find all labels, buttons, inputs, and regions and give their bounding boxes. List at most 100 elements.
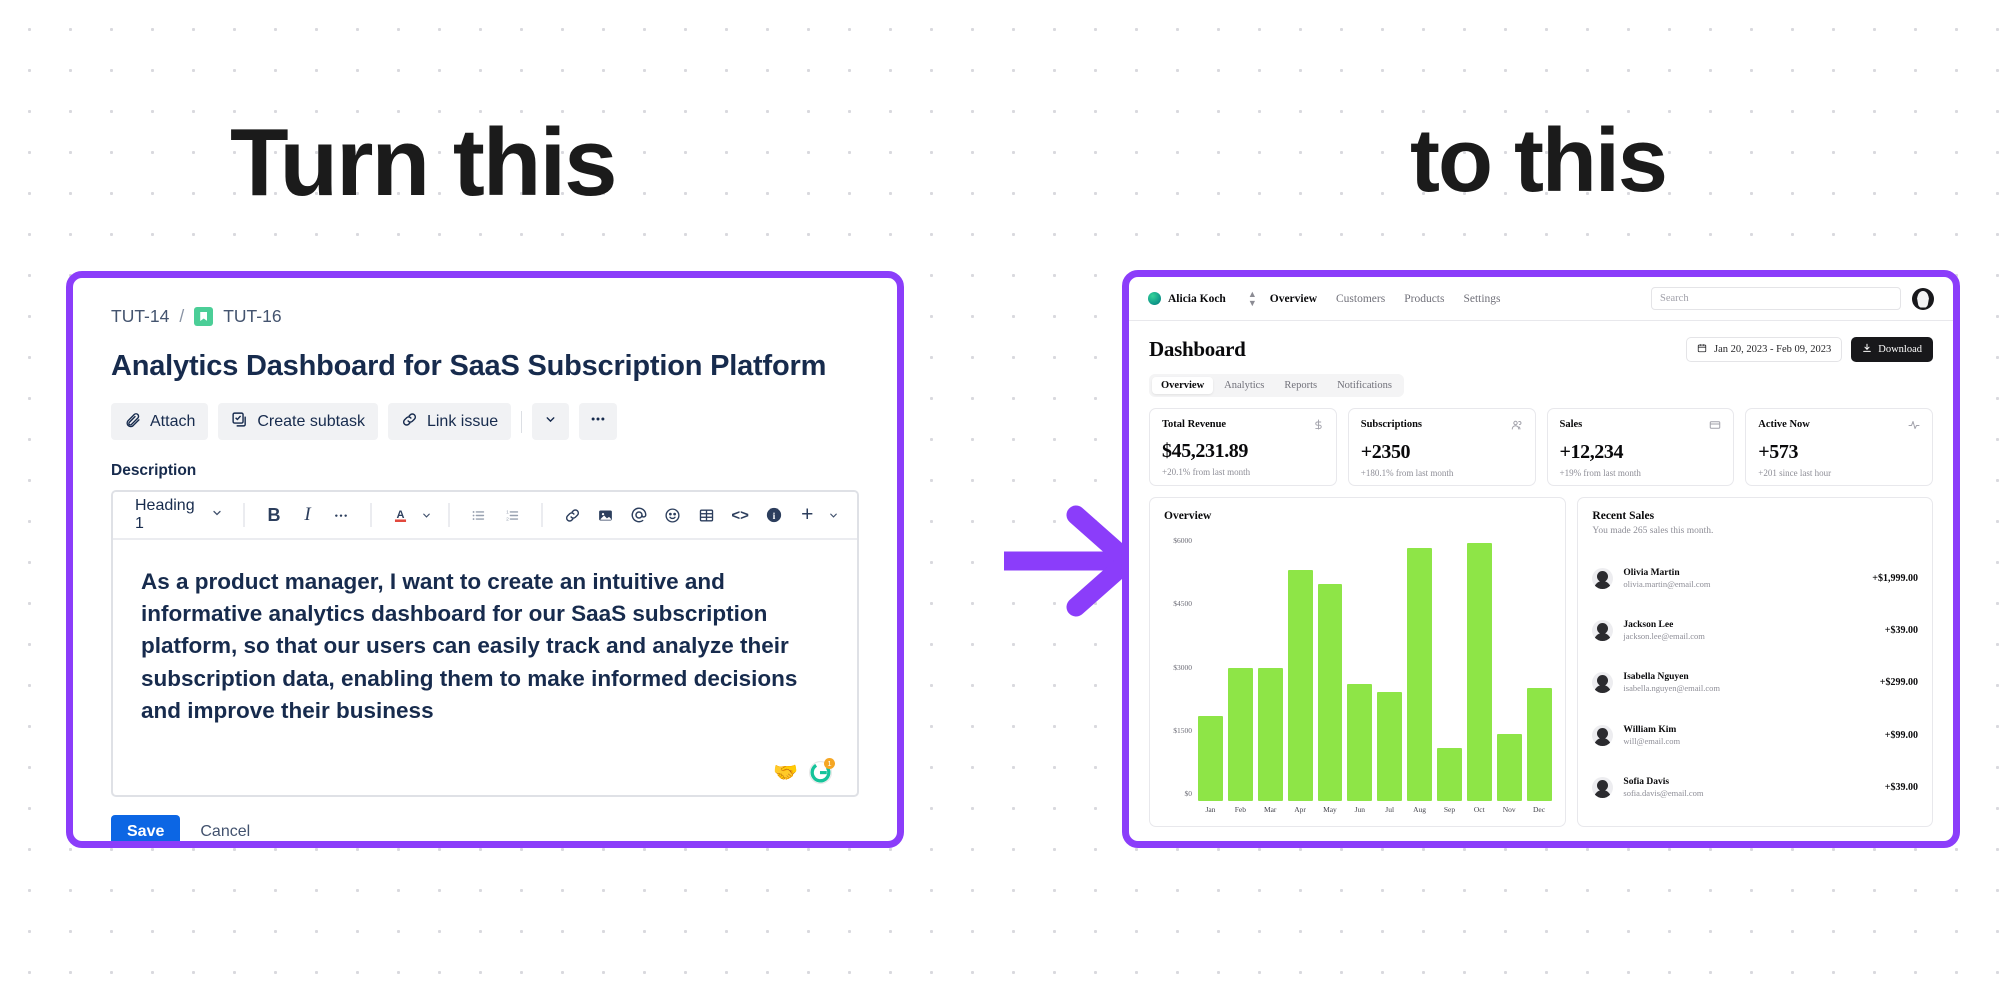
link-icon[interactable] xyxy=(558,500,586,530)
chart-bar[interactable] xyxy=(1227,667,1253,801)
issue-action-row: Attach Create subtask Link issue xyxy=(111,403,859,440)
insert-more-icon[interactable]: + xyxy=(794,500,822,530)
chart-bar-column[interactable] xyxy=(1437,536,1462,801)
emoji-icon[interactable] xyxy=(659,500,687,530)
chart-bar-column[interactable] xyxy=(1257,536,1283,801)
tab-overview[interactable]: Overview xyxy=(1152,377,1214,394)
text-color-chevron-icon[interactable] xyxy=(420,500,433,530)
chart-bar[interactable] xyxy=(1257,668,1283,801)
table-icon[interactable] xyxy=(693,500,721,530)
recent-sales-list: Olivia Martin olivia.martin@email.com +$1,… xyxy=(1592,552,1918,814)
stat-label: Total Revenue xyxy=(1162,419,1227,430)
breadcrumb-current[interactable]: TUT-16 xyxy=(223,306,281,327)
chart-bar-column[interactable] xyxy=(1317,536,1343,801)
date-range-picker[interactable]: Jan 20, 2023 - Feb 09, 2023 xyxy=(1686,337,1843,362)
chart-bar[interactable] xyxy=(1526,687,1552,801)
tab-reports[interactable]: Reports xyxy=(1275,377,1326,394)
chart-x-axis: Jan Feb Mar Apr May Jun Jul Aug Sep Oct Nov Dec xyxy=(1198,805,1551,814)
sale-name: Isabella Nguyen xyxy=(1623,672,1689,683)
bulleted-list-icon[interactable] xyxy=(465,500,493,530)
user-avatar[interactable] xyxy=(1912,287,1934,310)
more-actions-button[interactable] xyxy=(579,403,618,440)
block-style-select[interactable]: Heading 1 xyxy=(127,497,231,532)
chart-xtick: Aug xyxy=(1413,805,1427,814)
grammarly-icon[interactable]: 1 xyxy=(808,757,835,785)
chart-bar[interactable] xyxy=(1287,570,1313,801)
handshake-emoji-icon[interactable]: 🤝 xyxy=(773,760,798,785)
chart-xtick: Apr xyxy=(1294,805,1306,814)
sale-name: Olivia Martin xyxy=(1623,567,1680,578)
code-icon[interactable]: <> xyxy=(726,500,754,530)
chart-bar-column[interactable] xyxy=(1347,536,1373,801)
svg-text:1: 1 xyxy=(506,509,509,515)
recent-sales-panel: Recent Sales You made 265 sales this mon… xyxy=(1577,497,1933,827)
team-switcher[interactable]: Alicia Koch xyxy=(1148,292,1226,305)
chart-xtick: Dec xyxy=(1533,805,1546,814)
chart-bar-column[interactable] xyxy=(1377,536,1403,801)
numbered-list-icon[interactable]: 12 xyxy=(499,500,527,530)
nav-link-products[interactable]: Products xyxy=(1404,293,1444,305)
chart-bar[interactable] xyxy=(1437,747,1462,801)
download-label: Download xyxy=(1878,344,1922,355)
more-formatting-icon[interactable] xyxy=(327,500,355,530)
search-input[interactable]: Search xyxy=(1651,287,1901,310)
action-dropdown-button[interactable] xyxy=(532,403,570,440)
breadcrumb-parent[interactable]: TUT-14 xyxy=(111,306,169,327)
chart-bar[interactable] xyxy=(1377,692,1403,801)
mention-icon[interactable] xyxy=(625,500,653,530)
chart-bar-column[interactable] xyxy=(1466,536,1492,801)
stat-card-total-revenue: Total Revenue $45,231.89 +20.1% from las… xyxy=(1149,408,1337,486)
chart-ytick: $4500 xyxy=(1173,599,1192,609)
description-editor: Heading 1 B I A 1 2 <> i + As a product … xyxy=(111,490,859,797)
chart-bar-column[interactable] xyxy=(1287,536,1313,801)
image-icon[interactable] xyxy=(592,500,620,530)
link-issue-button[interactable]: Link issue xyxy=(387,403,512,440)
text-color-icon[interactable]: A xyxy=(387,500,415,530)
insert-more-chevron-icon[interactable] xyxy=(827,500,840,530)
description-input[interactable]: As a product manager, I want to create a… xyxy=(113,540,857,795)
italic-icon[interactable]: I xyxy=(294,500,322,530)
grammarly-count: 1 xyxy=(824,757,835,769)
page-title: Dashboard xyxy=(1149,337,1246,361)
bold-icon[interactable]: B xyxy=(260,500,288,530)
users-icon xyxy=(1511,419,1523,431)
create-subtask-button[interactable]: Create subtask xyxy=(218,403,378,440)
nav-links: Overview Customers Products Settings xyxy=(1270,293,1501,305)
nav-link-customers[interactable]: Customers xyxy=(1336,293,1385,305)
avatar xyxy=(1592,672,1614,694)
recent-sales-subtitle: You made 265 sales this month. xyxy=(1592,526,1714,536)
svg-text:i: i xyxy=(772,511,775,522)
toolbar-divider xyxy=(243,503,246,527)
sale-email: olivia.martin@email.com xyxy=(1623,578,1711,589)
chart-bar[interactable] xyxy=(1317,584,1343,801)
dashboard-navbar: Alicia Koch ▲ ▼ Overview Customers Produc… xyxy=(1129,277,1953,321)
chart-bar[interactable] xyxy=(1347,683,1373,801)
chart-bar-column[interactable] xyxy=(1227,536,1253,801)
nav-link-settings[interactable]: Settings xyxy=(1463,293,1500,305)
chart-bar-column[interactable] xyxy=(1496,536,1522,801)
chevron-down-icon xyxy=(544,413,557,431)
chart-bar[interactable] xyxy=(1496,733,1522,801)
headline-turn-this: Turn this xyxy=(230,109,617,216)
chart-bar-column[interactable] xyxy=(1198,536,1223,801)
download-button[interactable]: Download xyxy=(1851,337,1933,362)
sale-row: William Kim will@email.com +$99.00 xyxy=(1592,724,1918,746)
sale-email: isabella.nguyen@email.com xyxy=(1623,683,1720,694)
calendar-icon xyxy=(1697,343,1707,356)
chart-bar-column[interactable] xyxy=(1526,536,1552,801)
issue-title: Analytics Dashboard for SaaS Subscriptio… xyxy=(111,350,827,382)
chart-bar[interactable] xyxy=(1198,715,1223,801)
stat-sub: +19% from last month xyxy=(1559,468,1641,478)
save-button[interactable]: Save xyxy=(111,814,181,841)
attach-button[interactable]: Attach xyxy=(111,403,209,440)
info-panel-icon[interactable]: i xyxy=(760,500,788,530)
tab-analytics[interactable]: Analytics xyxy=(1215,377,1273,394)
cancel-button[interactable]: Cancel xyxy=(200,823,250,841)
chevron-up-down-icon[interactable]: ▲ ▼ xyxy=(1248,289,1257,308)
chart-bar-column[interactable] xyxy=(1407,536,1432,801)
tab-notifications[interactable]: Notifications xyxy=(1328,377,1401,394)
nav-link-overview[interactable]: Overview xyxy=(1270,293,1317,305)
chart-bar[interactable] xyxy=(1407,547,1432,801)
stat-sub: +201 since last hour xyxy=(1758,468,1832,478)
chart-bar[interactable] xyxy=(1466,543,1492,801)
